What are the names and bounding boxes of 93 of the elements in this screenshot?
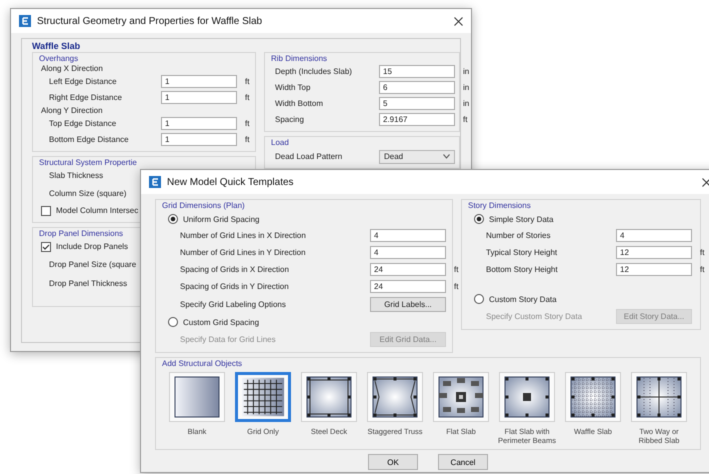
slab-plan-icon xyxy=(371,375,419,419)
slab-plan-icon xyxy=(437,375,485,419)
input-field[interactable]: 1 xyxy=(161,133,237,146)
field-label: Width Top xyxy=(275,83,310,92)
dialog-button[interactable]: Cancel xyxy=(438,454,488,470)
field-label: Depth (Includes Slab) xyxy=(275,67,352,76)
subgroup-title: Along Y Direction xyxy=(40,106,103,115)
unit-label: in xyxy=(462,83,470,92)
unit-label: ft xyxy=(462,115,468,124)
unit-label: in xyxy=(462,67,470,76)
radio-label: Simple Story Data xyxy=(489,214,554,224)
group-title: Grid Dimensions (Plan) xyxy=(162,201,245,210)
action-button[interactable]: Grid Labels... xyxy=(370,297,446,312)
field-label: Spacing of Grids in Y Direction xyxy=(180,282,289,291)
checkbox-label: Include Drop Panels xyxy=(56,242,128,251)
input-field[interactable]: 4 xyxy=(616,229,692,242)
template-button[interactable] xyxy=(235,372,291,422)
unit-label: in xyxy=(462,99,470,108)
unit-label: ft xyxy=(244,93,250,102)
group-title: Rib Dimensions xyxy=(271,54,328,63)
input-field[interactable]: 5 xyxy=(379,97,455,110)
field-label: Drop Panel Thickness xyxy=(49,278,128,288)
input-field[interactable]: 6 xyxy=(379,81,455,94)
unit-label: ft xyxy=(244,119,250,128)
group-title: Structural System Propertie xyxy=(39,158,137,167)
checkbox-label: Model Column Intersec xyxy=(56,206,138,215)
input-field[interactable]: 1 xyxy=(161,117,237,130)
field-label: Left Edge Distance xyxy=(49,77,117,86)
field-label: Top Edge Distance xyxy=(49,119,116,128)
field-label: Typical Story Height xyxy=(486,248,558,257)
field-label: Drop Panel Size (square xyxy=(49,260,136,268)
field-label: Spacing of Grids in X Direction xyxy=(180,265,289,274)
radio-label: Custom Grid Spacing xyxy=(183,318,260,326)
subgroup-title: Along X Direction xyxy=(40,64,103,73)
unit-label: ft xyxy=(453,265,458,274)
input-field[interactable]: 1 xyxy=(161,91,237,104)
field-label: Bottom Edge Distance xyxy=(49,135,129,144)
field-label: Specify Data for Grid Lines xyxy=(180,335,276,344)
group-title: Load xyxy=(271,138,289,147)
radio-label: Uniform Grid Spacing xyxy=(183,214,260,224)
group-title: Add Structural Objects xyxy=(162,359,242,368)
unit-label: ft xyxy=(453,282,458,291)
close-icon[interactable] xyxy=(454,16,463,26)
radio-button[interactable] xyxy=(168,317,178,327)
window-title: New Model Quick Templates xyxy=(167,176,295,188)
field-label: Number of Grid Lines in X Direction xyxy=(180,231,306,240)
unit-label: ft xyxy=(244,135,250,144)
input-field[interactable]: 4 xyxy=(370,246,446,259)
caret-icon xyxy=(443,154,450,159)
slab-plan-icon xyxy=(305,375,353,419)
radio-label: Custom Story Data xyxy=(489,294,557,304)
input-field[interactable]: 15 xyxy=(379,65,455,78)
radio-button[interactable] xyxy=(474,214,484,224)
grid-icon xyxy=(240,375,286,419)
window-title: Structural Geometry and Properties for Waffle Slab xyxy=(37,16,264,26)
field-label: Number of Grid Lines in Y Direction xyxy=(180,248,306,257)
checkbox[interactable] xyxy=(41,242,51,252)
blank-panel-icon xyxy=(173,375,221,419)
slab-plan-icon xyxy=(503,375,551,419)
unit-label: ft xyxy=(699,248,704,257)
field-label: Slab Thickness xyxy=(49,171,104,180)
group-title: Drop Panel Dimensions xyxy=(39,229,124,238)
field-label: Specify Custom Story Data xyxy=(486,312,582,321)
radio-button[interactable] xyxy=(168,214,178,224)
field-label: Right Edge Distance xyxy=(49,93,122,102)
group-title: Overhangs xyxy=(39,54,78,63)
dropdown[interactable]: Dead xyxy=(379,150,455,164)
input-field[interactable]: 4 xyxy=(370,229,446,242)
section-title: Waffle Slab xyxy=(32,41,80,51)
field-label: Dead Load Pattern xyxy=(275,152,342,161)
input-field[interactable]: 12 xyxy=(616,263,692,276)
input-field[interactable]: 24 xyxy=(370,280,446,293)
dialog-button[interactable]: OK xyxy=(368,454,418,470)
unit-label: ft xyxy=(699,265,704,274)
input-field[interactable]: 2.9167 xyxy=(379,113,455,126)
field-label: Number of Stories xyxy=(486,231,550,240)
close-icon[interactable] xyxy=(702,178,709,186)
group-title: Story Dimensions xyxy=(468,201,531,210)
input-field[interactable]: 1 xyxy=(161,75,237,88)
field-label: Column Size (square) xyxy=(49,188,126,198)
field-label: Width Bottom xyxy=(275,99,324,108)
unit-label: ft xyxy=(244,77,250,86)
ribbed-slab-icon xyxy=(635,375,683,419)
waffle-grid-icon xyxy=(569,375,617,419)
field-label: Specify Grid Labeling Options xyxy=(180,300,286,309)
radio-button[interactable] xyxy=(474,294,484,304)
input-field[interactable]: 12 xyxy=(616,246,692,259)
input-field[interactable]: 24 xyxy=(370,263,446,276)
app-icon xyxy=(149,176,161,188)
app-icon xyxy=(19,15,31,27)
checkbox[interactable] xyxy=(41,206,51,216)
field-label: Spacing xyxy=(275,115,304,124)
field-label: Bottom Story Height xyxy=(486,265,558,274)
